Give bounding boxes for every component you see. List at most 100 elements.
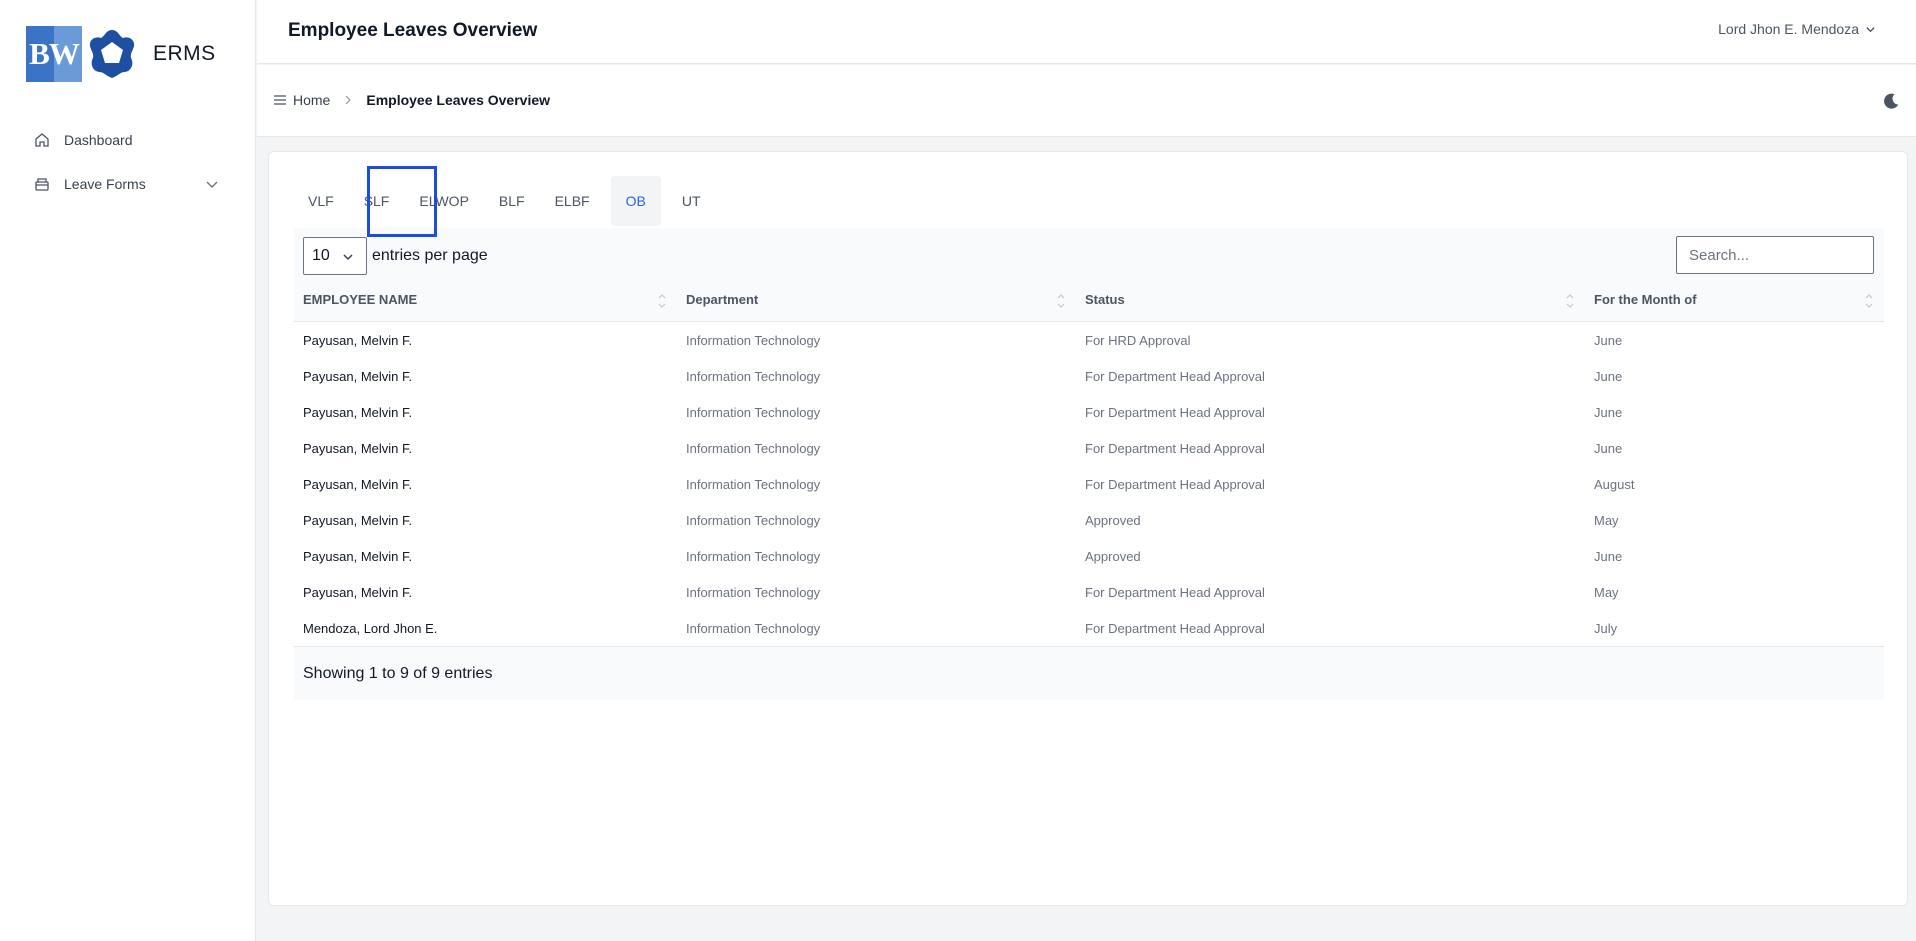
sidebar: BW ERMS Dashboard Leave Forms	[0, 0, 256, 941]
logo-mark: BW	[26, 26, 82, 82]
moon-icon[interactable]	[1882, 92, 1900, 110]
chevron-right-icon	[345, 95, 352, 105]
sidebar-item-dashboard[interactable]: Dashboard	[0, 118, 256, 162]
cell-status: For Department Head Approval	[1085, 404, 1265, 420]
tab-vlf[interactable]: VLF	[293, 176, 349, 226]
table-info: Showing 1 to 9 of 9 entries	[294, 646, 1884, 700]
cell-employee-name: Payusan, Melvin F.	[303, 476, 413, 492]
breadcrumb-current: Employee Leaves Overview	[366, 92, 551, 108]
cell-department: Information Technology	[686, 548, 821, 564]
cell-employee-name: Payusan, Melvin F.	[303, 332, 413, 348]
table-row[interactable]: Payusan, Melvin F. Information Technolog…	[294, 502, 1884, 538]
chevron-down-icon	[206, 181, 218, 188]
table-row[interactable]: Payusan, Melvin F. Information Technolog…	[294, 430, 1884, 466]
cell-department: Information Technology	[686, 404, 821, 420]
breadcrumb: Home Employee Leaves Overview	[273, 92, 550, 108]
logo-mark-text: BW	[29, 36, 80, 71]
sort-icon	[1865, 294, 1873, 308]
column-label: EMPLOYEE NAME	[303, 292, 418, 307]
menu-icon[interactable]	[273, 93, 287, 107]
user-name: Lord Jhon E. Mendoza	[1718, 21, 1859, 37]
leave-type-tabs: VLF SLF ELWOP BLF ELBF OB UT	[293, 176, 716, 226]
column-label: For the Month of	[1594, 292, 1697, 307]
cell-status: For HRD Approval	[1085, 332, 1191, 348]
cell-status: For Department Head Approval	[1085, 620, 1265, 636]
table-controls: 10 entries per page	[294, 228, 1884, 278]
cell-department: Information Technology	[686, 440, 821, 456]
table-row[interactable]: Payusan, Melvin F. Information Technolog…	[294, 466, 1884, 502]
cell-department: Information Technology	[686, 512, 821, 528]
search-input[interactable]	[1676, 236, 1874, 274]
chevron-down-icon	[343, 254, 353, 261]
per-page-select[interactable]: 10	[303, 237, 367, 275]
logo-flower-icon	[89, 30, 135, 78]
sidebar-item-label: Leave Forms	[64, 176, 146, 192]
table-header: EMPLOYEE NAME Department Status For the …	[294, 278, 1884, 322]
cell-month: August	[1594, 476, 1635, 492]
cell-month: June	[1594, 368, 1623, 384]
top-header: Employee Leaves Overview Lord Jhon E. Me…	[257, 0, 1916, 64]
tab-slf[interactable]: SLF	[349, 176, 405, 226]
table-body: Payusan, Melvin F. Information Technolog…	[294, 322, 1884, 646]
tab-ut[interactable]: UT	[667, 176, 716, 226]
per-page-label: entries per page	[372, 247, 488, 264]
column-label: Department	[686, 292, 759, 307]
column-header-department[interactable]: Department	[677, 278, 1076, 321]
user-menu[interactable]: Lord Jhon E. Mendoza	[1718, 21, 1876, 37]
per-page-value: 10	[312, 247, 330, 264]
column-header-employee-name[interactable]: EMPLOYEE NAME	[294, 278, 677, 321]
tab-ob[interactable]: OB	[610, 176, 661, 226]
breadcrumb-home[interactable]: Home	[293, 92, 330, 108]
home-icon	[34, 132, 50, 148]
sidebar-item-label: Dashboard	[64, 132, 133, 148]
cell-employee-name: Payusan, Melvin F.	[303, 512, 413, 528]
sort-icon	[658, 294, 666, 308]
table-row[interactable]: Payusan, Melvin F. Information Technolog…	[294, 358, 1884, 394]
sort-icon	[1566, 294, 1574, 308]
breadcrumb-bar: Home Employee Leaves Overview	[257, 65, 1916, 137]
cell-month: June	[1594, 404, 1623, 420]
cell-department: Information Technology	[686, 476, 821, 492]
table-row[interactable]: Payusan, Melvin F. Information Technolog…	[294, 394, 1884, 430]
tab-elbf[interactable]: ELBF	[540, 176, 605, 226]
column-header-status[interactable]: Status	[1076, 278, 1585, 321]
sort-icon	[1057, 294, 1065, 308]
cell-month: June	[1594, 440, 1623, 456]
per-page-control: 10 entries per page	[303, 237, 488, 275]
sidebar-nav: Dashboard Leave Forms	[0, 118, 256, 206]
cell-month: June	[1594, 332, 1623, 348]
tab-blf[interactable]: BLF	[484, 176, 540, 226]
inbox-icon	[34, 176, 50, 192]
cell-status: Approved	[1085, 548, 1141, 564]
page-title: Employee Leaves Overview	[288, 20, 538, 41]
logo[interactable]: BW ERMS	[26, 26, 216, 82]
table-row[interactable]: Payusan, Melvin F. Information Technolog…	[294, 538, 1884, 574]
cell-employee-name: Payusan, Melvin F.	[303, 548, 413, 564]
cell-status: For Department Head Approval	[1085, 368, 1265, 384]
sidebar-item-leave-forms[interactable]: Leave Forms	[0, 162, 256, 206]
chevron-down-icon	[1866, 26, 1875, 32]
column-label: Status	[1085, 292, 1125, 307]
data-table: 10 entries per page EMPLOYEE NAME Depart…	[294, 228, 1884, 700]
cell-employee-name: Payusan, Melvin F.	[303, 584, 413, 600]
table-row[interactable]: Mendoza, Lord Jhon E. Information Techno…	[294, 610, 1884, 646]
content-card: VLF SLF ELWOP BLF ELBF OB UT 10 entries …	[268, 151, 1908, 906]
cell-month: June	[1594, 548, 1623, 564]
table-row[interactable]: Payusan, Melvin F. Information Technolog…	[294, 322, 1884, 358]
cell-status: Approved	[1085, 512, 1141, 528]
cell-status: For Department Head Approval	[1085, 584, 1265, 600]
cell-month: May	[1594, 584, 1619, 600]
cell-status: For Department Head Approval	[1085, 440, 1265, 456]
cell-month: May	[1594, 512, 1619, 528]
cell-department: Information Technology	[686, 332, 821, 348]
cell-employee-name: Payusan, Melvin F.	[303, 440, 413, 456]
cell-department: Information Technology	[686, 620, 821, 636]
cell-status: For Department Head Approval	[1085, 476, 1265, 492]
tab-elwop[interactable]: ELWOP	[404, 176, 484, 226]
cell-department: Information Technology	[686, 368, 821, 384]
table-row[interactable]: Payusan, Melvin F. Information Technolog…	[294, 574, 1884, 610]
cell-department: Information Technology	[686, 584, 821, 600]
column-header-month[interactable]: For the Month of	[1585, 278, 1884, 321]
cell-employee-name: Payusan, Melvin F.	[303, 368, 413, 384]
app-name: ERMS	[153, 42, 216, 65]
